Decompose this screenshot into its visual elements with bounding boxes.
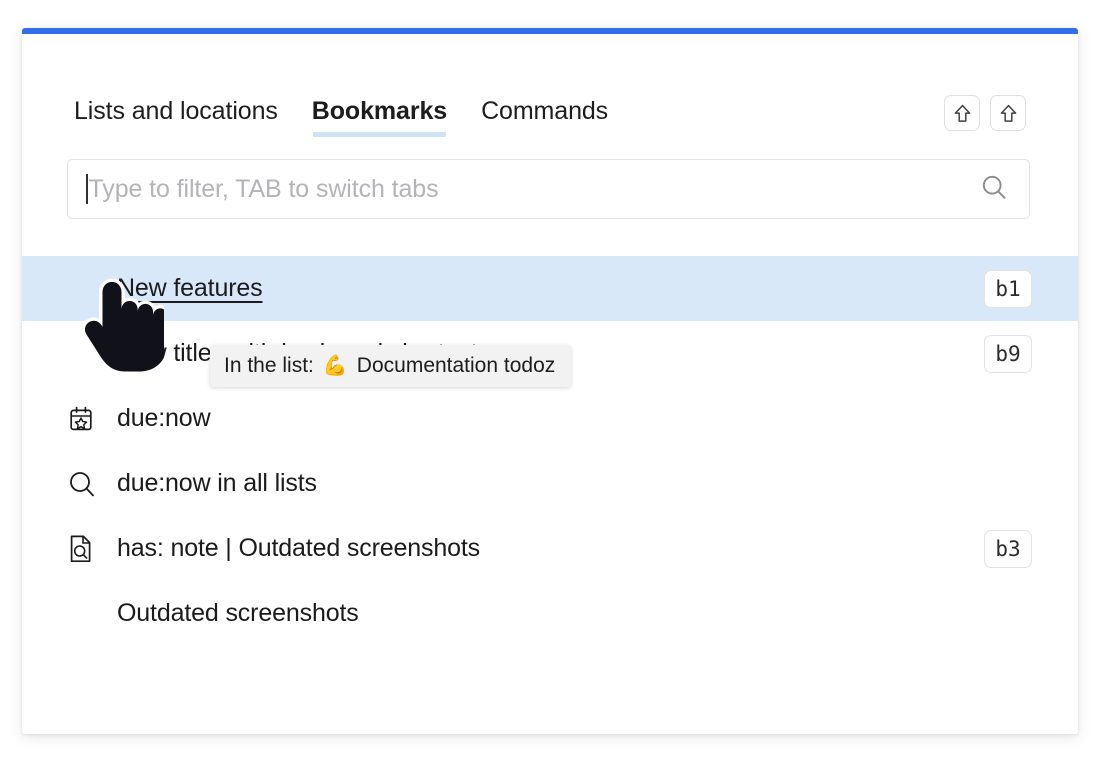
screen: Lists and locations Bookmarks Commands T… — [0, 0, 1100, 764]
result-row-has-note-outdated-screenshots[interactable]: has: note | Outdated screenshots b3 — [22, 516, 1078, 581]
calendar-star-icon — [67, 405, 105, 433]
result-label: due:now in all lists — [117, 469, 317, 497]
tab-label: Commands — [481, 97, 609, 125]
search-icon — [979, 172, 1009, 207]
document-search-icon — [67, 534, 105, 564]
filter-input-placeholder: Type to filter, TAB to switch tabs — [88, 174, 439, 203]
shift-key-button-left[interactable] — [944, 95, 980, 131]
result-label: New features — [117, 274, 263, 302]
tab-label: Lists and locations — [74, 97, 278, 125]
result-shortcut-badge: b1 — [984, 269, 1032, 308]
result-shortcut-badge: b3 — [984, 529, 1032, 568]
tab-bar: Lists and locations Bookmarks Commands — [22, 88, 1078, 148]
shift-key-button-right[interactable] — [990, 95, 1026, 131]
keyboard-hint-buttons — [944, 95, 1026, 131]
result-label: has: note | Outdated screenshots — [117, 534, 481, 562]
tab-commands[interactable]: Commands — [481, 99, 608, 137]
accent-bar — [22, 28, 1078, 34]
tab-label: Bookmarks — [311, 97, 448, 125]
result-row-due-now[interactable]: due:now — [22, 386, 1078, 451]
tooltip-list-name: Documentation todoz — [356, 354, 556, 377]
result-row-new-features[interactable]: New features b1 — [22, 256, 1078, 321]
tab-active-underline — [312, 132, 447, 137]
tab-bookmarks[interactable]: Bookmarks — [312, 99, 447, 137]
result-row-outdated-screenshots[interactable]: Outdated screenshots — [22, 581, 1078, 646]
list-tooltip: In the list: 💪 Documentation todoz — [210, 345, 572, 387]
shift-arrow-up-icon — [954, 104, 971, 123]
shift-arrow-up-icon — [1000, 104, 1017, 123]
flexed-biceps-emoji-icon: 💪 — [322, 355, 348, 377]
filter-input-wrapper[interactable]: Type to filter, TAB to switch tabs — [67, 159, 1030, 219]
text-caret — [86, 174, 88, 204]
results-list: New features b1 New titles with keyboard… — [22, 256, 1078, 646]
tab-lists-and-locations[interactable]: Lists and locations — [74, 99, 278, 137]
command-palette-card: Lists and locations Bookmarks Commands T… — [22, 28, 1078, 734]
result-shortcut-badge: b9 — [984, 334, 1032, 373]
tab-list: Lists and locations Bookmarks Commands — [74, 99, 944, 137]
tooltip-prefix-label: In the list: — [224, 354, 314, 377]
search-icon — [67, 469, 105, 499]
result-label: Outdated screenshots — [117, 599, 359, 627]
result-row-due-now-in-all-lists[interactable]: due:now in all lists — [22, 451, 1078, 516]
result-label: due:now — [117, 404, 211, 432]
